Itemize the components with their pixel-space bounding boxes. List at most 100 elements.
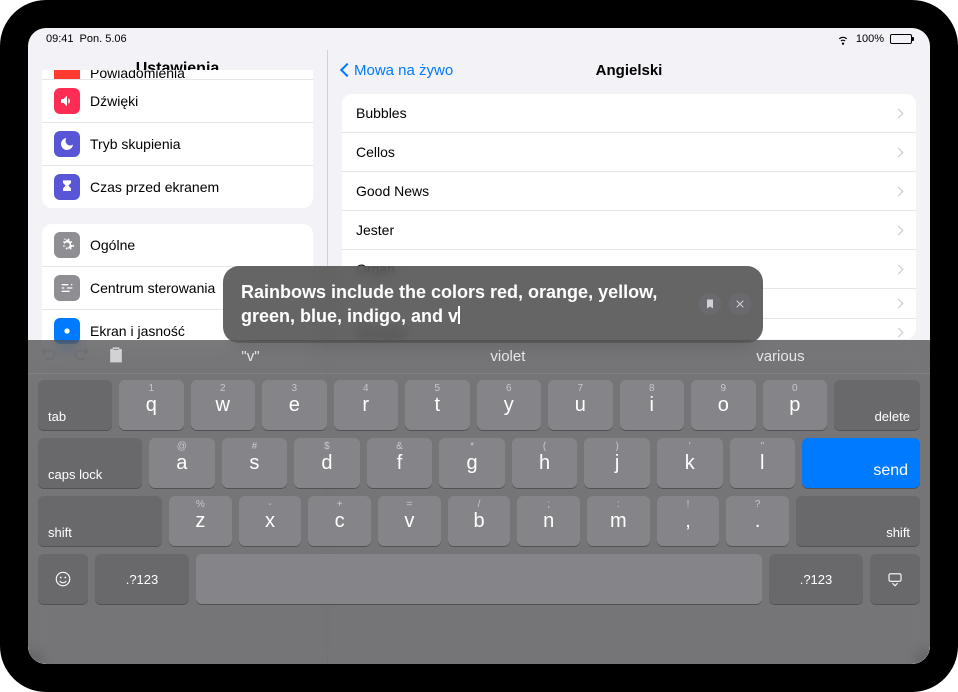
key-label: u: [575, 394, 586, 417]
tab-key[interactable]: tab: [38, 380, 112, 430]
send-key[interactable]: send: [802, 438, 920, 488]
key-n[interactable]: ;n: [517, 496, 580, 546]
chevron-right-icon: [894, 108, 904, 118]
key-p[interactable]: 0p: [763, 380, 828, 430]
key-sublabel: 7: [577, 383, 583, 394]
key-sublabel: ): [615, 441, 618, 452]
nav-bar: Mowa na żywo Angielski: [328, 50, 930, 90]
chevron-right-icon: [894, 186, 904, 196]
key-f[interactable]: &f: [367, 438, 433, 488]
key-sublabel: +: [337, 499, 343, 510]
redo-button[interactable]: [72, 344, 92, 369]
sidebar-item-label: Ekran i jasność: [90, 323, 185, 339]
back-button[interactable]: Mowa na żywo: [342, 62, 453, 79]
key-c[interactable]: +c: [308, 496, 371, 546]
wifi-icon: [836, 32, 850, 46]
suggestion-1[interactable]: "v": [223, 344, 277, 369]
key-label: j: [615, 452, 619, 475]
dismiss-keyboard-key[interactable]: [870, 554, 920, 604]
key-e[interactable]: 3e: [262, 380, 327, 430]
keyboard-toolbar: "v" violet various: [28, 340, 930, 374]
capslock-key[interactable]: caps lock: [38, 438, 142, 488]
key-label: a: [176, 452, 187, 475]
space-key[interactable]: [196, 554, 762, 604]
sidebar-item-label: Tryb skupienia: [90, 136, 181, 152]
sidebar-item-screentime[interactable]: Czas przed ekranem: [42, 166, 313, 208]
speaker-icon: [54, 88, 80, 114]
text-cursor: [458, 306, 460, 324]
key-u[interactable]: 7u: [548, 380, 613, 430]
key-i[interactable]: 8i: [620, 380, 685, 430]
key-k[interactable]: 'k: [657, 438, 723, 488]
key-sublabel: 6: [506, 383, 512, 394]
battery-pct: 100%: [856, 33, 884, 45]
key-label: o: [718, 394, 729, 417]
key-b[interactable]: /b: [448, 496, 511, 546]
key-r[interactable]: 4r: [334, 380, 399, 430]
delete-key[interactable]: delete: [834, 380, 920, 430]
key-y[interactable]: 6y: [477, 380, 542, 430]
voice-item-jester[interactable]: Jester: [342, 211, 916, 250]
voice-label: Bubbles: [356, 105, 407, 121]
key-v[interactable]: =v: [378, 496, 441, 546]
battery-icon: [890, 34, 912, 44]
sidebar-item-focus[interactable]: Tryb skupienia: [42, 123, 313, 166]
emoji-key[interactable]: [38, 554, 88, 604]
key-o[interactable]: 9o: [691, 380, 756, 430]
key-,[interactable]: !,: [657, 496, 720, 546]
voice-label: Good News: [356, 183, 429, 199]
key-label: i: [650, 394, 654, 417]
key-sublabel: #: [252, 441, 258, 452]
key-label: t: [434, 394, 440, 417]
suggestion-3[interactable]: various: [738, 344, 822, 369]
key-a[interactable]: @a: [149, 438, 215, 488]
chevron-right-icon: [894, 147, 904, 157]
key-s[interactable]: #s: [222, 438, 288, 488]
suggestion-bar: "v" violet various: [126, 344, 920, 369]
key-sublabel: 5: [434, 383, 440, 394]
key-x[interactable]: -x: [239, 496, 302, 546]
numbers-key-left[interactable]: .?123: [95, 554, 189, 604]
undo-button[interactable]: [38, 344, 58, 369]
sidebar-item-general[interactable]: Ogólne: [42, 224, 313, 267]
key-j[interactable]: )j: [584, 438, 650, 488]
key-h[interactable]: (h: [512, 438, 578, 488]
sliders-icon: [54, 275, 80, 301]
voice-item-cellos[interactable]: Cellos: [342, 133, 916, 172]
key-label: k: [685, 452, 695, 475]
close-button[interactable]: [729, 293, 751, 315]
key-w[interactable]: 2w: [191, 380, 256, 430]
voice-item-goodnews[interactable]: Good News: [342, 172, 916, 211]
sidebar-item-label: Ogólne: [90, 237, 135, 253]
sidebar-item-sounds[interactable]: Dźwięki: [42, 80, 313, 123]
key-sublabel: !: [687, 499, 690, 510]
shift-left-key[interactable]: shift: [38, 496, 162, 546]
key-l[interactable]: "l: [730, 438, 796, 488]
sidebar-item-label: Centrum sterowania: [90, 280, 215, 296]
key-label: w: [216, 394, 230, 417]
status-time: 09:41: [46, 33, 74, 45]
key-q[interactable]: 1q: [119, 380, 184, 430]
clipboard-button[interactable]: [106, 344, 126, 369]
key-t[interactable]: 5t: [405, 380, 470, 430]
shift-right-key[interactable]: shift: [796, 496, 920, 546]
suggestion-2[interactable]: violet: [472, 344, 543, 369]
key-label: g: [466, 452, 477, 475]
voice-item-bubbles[interactable]: Bubbles: [342, 94, 916, 133]
key-z[interactable]: %z: [169, 496, 232, 546]
numbers-key-right[interactable]: .?123: [769, 554, 863, 604]
key-sublabel: -: [268, 499, 271, 510]
bookmark-button[interactable]: [699, 293, 721, 315]
hourglass-icon: [54, 174, 80, 200]
key-label: h: [539, 452, 550, 475]
key-label: c: [335, 510, 345, 533]
key-m[interactable]: :m: [587, 496, 650, 546]
live-speech-input[interactable]: Rainbows include the colors red, orange,…: [223, 266, 763, 343]
key-g[interactable]: *g: [439, 438, 505, 488]
key-.[interactable]: ?.: [726, 496, 789, 546]
key-label: v: [404, 510, 414, 533]
key-label: ,: [685, 510, 691, 533]
key-d[interactable]: $d: [294, 438, 360, 488]
sidebar-item-notifications[interactable]: Powiadomienia: [42, 70, 313, 80]
key-sublabel: ': [689, 441, 691, 452]
